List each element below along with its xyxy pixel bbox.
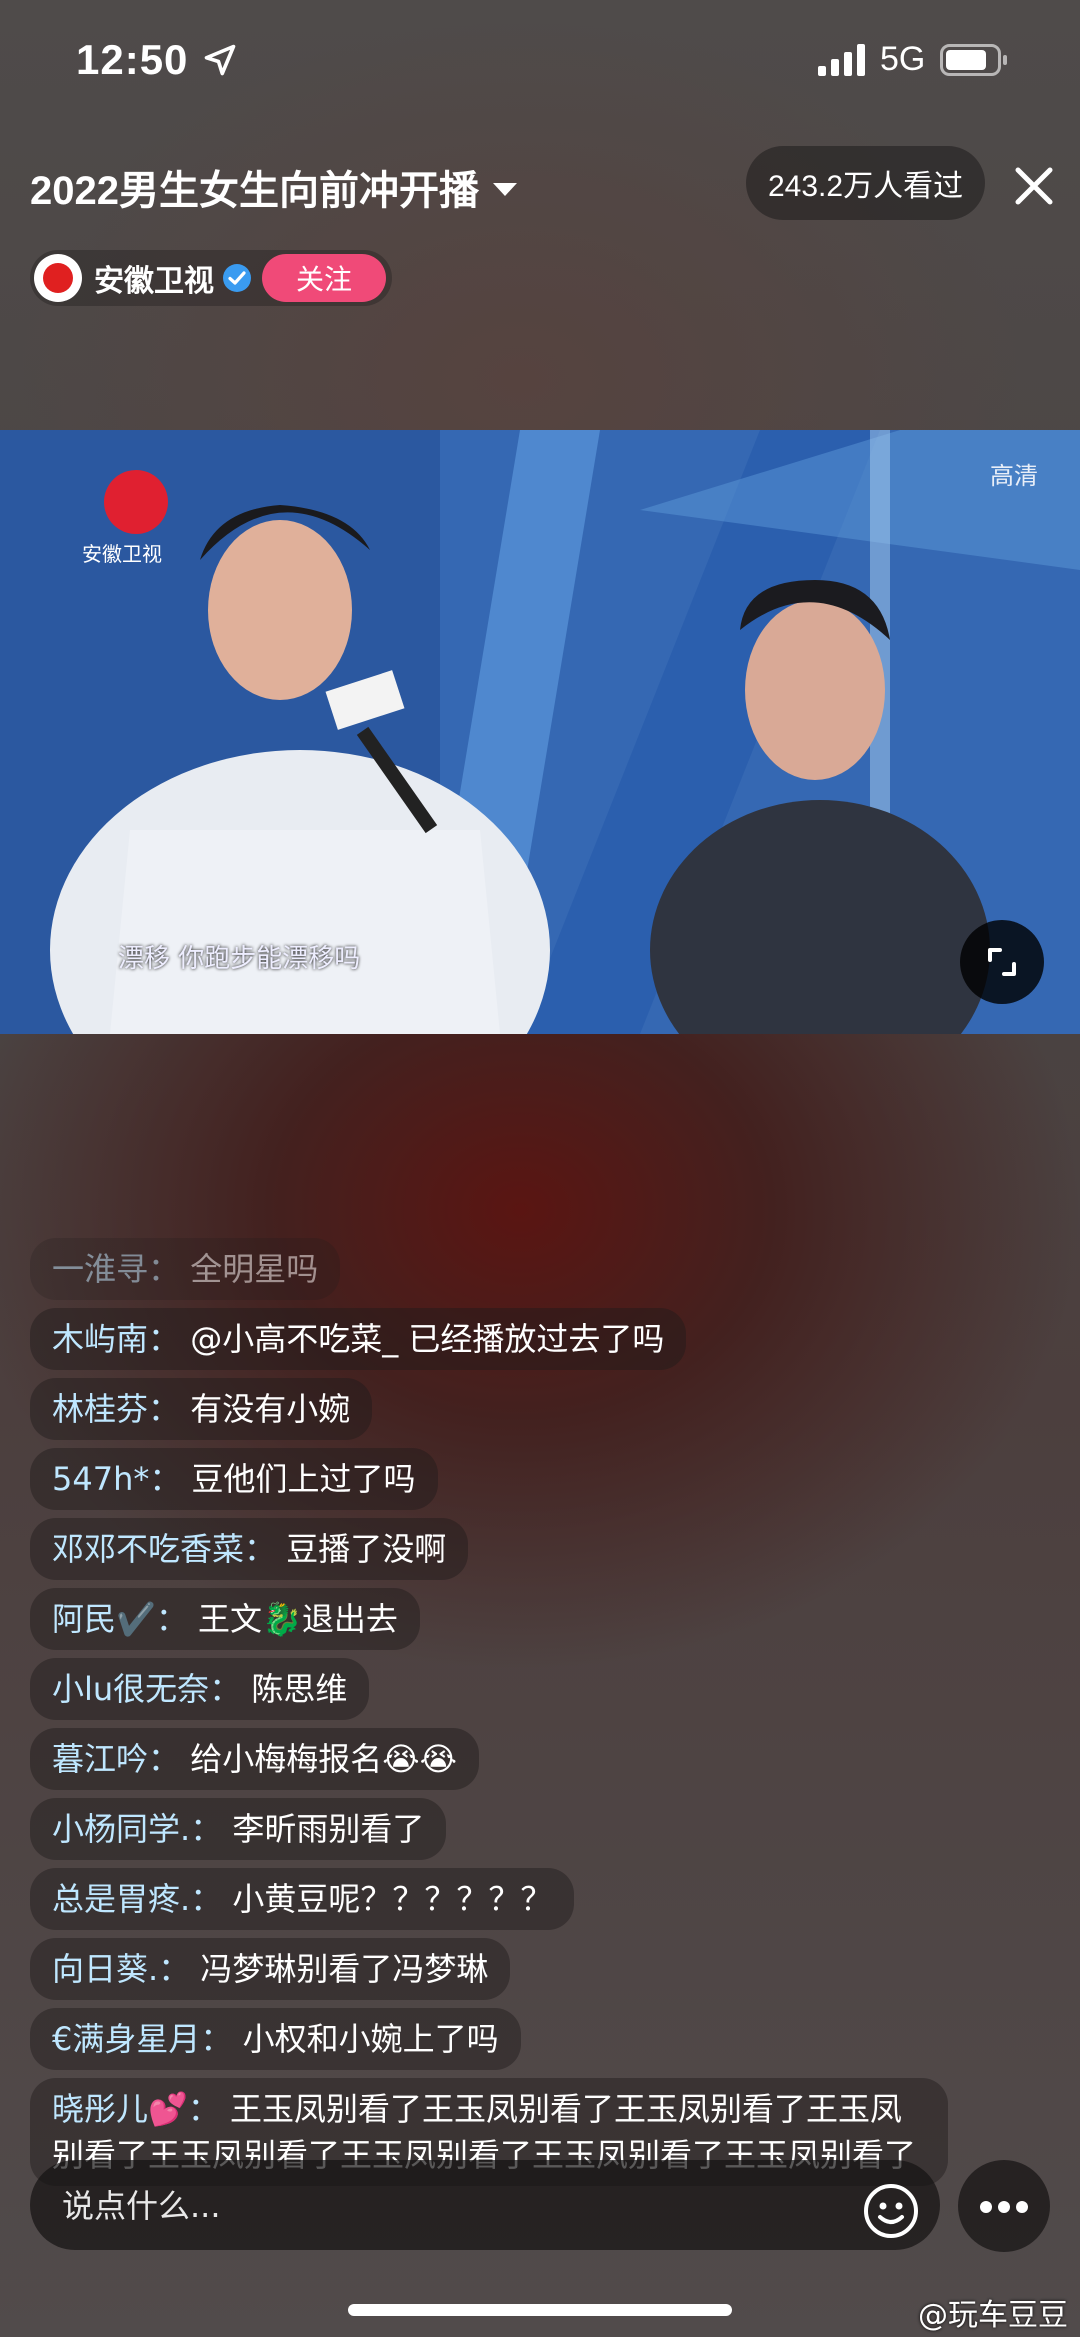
battery-icon: [940, 44, 1007, 76]
chat-separator: ：: [244, 1530, 287, 1568]
chat-separator: ：: [190, 1880, 233, 1918]
chat-separator: ：: [200, 2020, 243, 2058]
follow-button[interactable]: 关注: [262, 254, 387, 302]
comment-input[interactable]: [30, 2160, 864, 2252]
chat-message[interactable]: 木屿南： @小高不吃菜_ 已经播放过去了吗: [30, 1308, 687, 1370]
chat-username[interactable]: 547h*: [52, 1460, 149, 1498]
chat-message[interactable]: €满身星月： 小权和小婉上了吗: [30, 2008, 521, 2070]
viewer-count[interactable]: 243.2万人看过: [746, 146, 986, 220]
status-time: 12:50: [76, 36, 189, 83]
more-button[interactable]: [958, 2160, 1050, 2252]
chat-username[interactable]: 向日葵.: [52, 1950, 158, 1988]
chat-message[interactable]: 一淮寻： 全明星吗: [30, 1238, 341, 1300]
stream-title[interactable]: 2022男生女生向前冲开播: [30, 158, 517, 216]
chat-username[interactable]: 总是胃疼.: [52, 1880, 190, 1918]
channel-avatar[interactable]: [34, 254, 82, 302]
video-subtitle: 漂移 你跑步能漂移吗: [118, 944, 361, 974]
chat-row: 547h*： 豆他们上过了吗: [30, 1448, 1070, 1518]
chat-text: 小权和小婉上了吗: [242, 2020, 499, 2058]
chat-username[interactable]: 一淮寻: [52, 1250, 148, 1288]
chat-text: 给小梅梅报名😭😭: [190, 1740, 457, 1778]
chat-text: 小黄豆呢？？？？？？: [232, 1880, 553, 1918]
caret-down-icon[interactable]: [492, 182, 517, 196]
signal-icon: [818, 44, 865, 76]
chat-separator: ：: [148, 1390, 191, 1428]
chat-message[interactable]: 阿民✔️： 王文🐉退出去: [30, 1588, 420, 1650]
chat-separator: ：: [155, 1600, 199, 1638]
chat-message[interactable]: 小杨同学.： 李昕雨别看了: [30, 1798, 447, 1860]
more-icon: [980, 2201, 992, 2213]
channel-badge[interactable]: 安徽卫视 关注: [30, 250, 393, 306]
chat-text: 有没有小婉: [190, 1390, 351, 1428]
chat-username[interactable]: 小杨同学.: [52, 1810, 190, 1848]
video-player[interactable]: 安徽卫视 高清 漂移 你跑步能漂移吗: [0, 430, 1080, 1034]
chat-row: 总是胃疼.： 小黄豆呢？？？？？？: [30, 1868, 1070, 1938]
stream-title-text: 2022男生女生向前冲开播: [30, 169, 479, 213]
chat-separator: ：: [209, 1670, 252, 1708]
chat-username[interactable]: 林桂芬: [52, 1390, 148, 1428]
expand-icon[interactable]: [960, 920, 1044, 1004]
chat-text: 全明星吗: [190, 1250, 319, 1288]
chat-separator: ：: [149, 1460, 192, 1498]
chat-separator: ：: [187, 2090, 231, 2128]
chat-message[interactable]: 林桂芬： 有没有小婉: [30, 1378, 373, 1440]
home-indicator[interactable]: [348, 2304, 732, 2316]
chat-username[interactable]: 邓邓不吃香菜: [52, 1530, 244, 1568]
chat-row: 邓邓不吃香菜： 豆播了没啊: [30, 1518, 1070, 1588]
chat-message[interactable]: 邓邓不吃香菜： 豆播了没啊: [30, 1518, 469, 1580]
chat-username[interactable]: 阿民✔️: [52, 1600, 156, 1638]
watermark: @玩车豆豆: [918, 2298, 1068, 2333]
chat-row: 阿民✔️： 王文🐉退出去: [30, 1588, 1070, 1658]
tv-logo: 安徽卫视: [82, 470, 192, 567]
chat-separator: ：: [148, 1740, 191, 1778]
tv-logo-text: 安徽卫视: [82, 542, 162, 566]
chat-username[interactable]: 晓彤儿💕: [52, 2090, 188, 2128]
network-type: 5G: [880, 40, 926, 78]
chat-message[interactable]: 547h*： 豆他们上过了吗: [30, 1448, 438, 1510]
chat-username[interactable]: 小lu很无奈: [52, 1670, 209, 1708]
chat-text: @小高不吃菜_ 已经播放过去了吗: [190, 1320, 665, 1358]
comment-bar[interactable]: [30, 2160, 940, 2252]
chat-text: 李昕雨别看了: [232, 1810, 425, 1848]
chat-separator: ：: [148, 1250, 191, 1288]
chat-row: 小杨同学.： 李昕雨别看了: [30, 1798, 1070, 1868]
quality-label[interactable]: 高清: [990, 456, 1038, 491]
chat-text: 冯梦琳别看了冯梦琳: [200, 1950, 489, 1988]
chat-row: 暮江吟： 给小梅梅报名😭😭: [30, 1728, 1070, 1798]
chat-row: 小lu很无奈： 陈思维: [30, 1658, 1070, 1728]
emoji-icon[interactable]: [862, 2182, 920, 2240]
channel-name[interactable]: 安徽卫视: [94, 256, 214, 300]
chat-separator: ：: [158, 1950, 201, 1988]
chat-message[interactable]: 总是胃疼.： 小黄豆呢？？？？？？: [30, 1868, 575, 1930]
chat-row: 向日葵.： 冯梦琳别看了冯梦琳: [30, 1938, 1070, 2008]
chat-separator: ：: [148, 1320, 191, 1358]
status-bar: 12:50 5G: [0, 0, 1080, 120]
chat-message[interactable]: 向日葵.： 冯梦琳别看了冯梦琳: [30, 1938, 511, 2000]
chat-separator: ：: [190, 1810, 233, 1848]
chat-username[interactable]: €满身星月: [52, 2020, 200, 2058]
chat-row: €满身星月： 小权和小婉上了吗: [30, 2008, 1070, 2078]
chat-row: 林桂芬： 有没有小婉: [30, 1378, 1070, 1448]
chat-message[interactable]: 小lu很无奈： 陈思维: [30, 1658, 370, 1720]
chat-text: 王文🐉退出去: [198, 1600, 398, 1638]
chat-username[interactable]: 木屿南: [52, 1320, 148, 1358]
chat-message[interactable]: 暮江吟： 给小梅梅报名😭😭: [30, 1728, 479, 1790]
verified-icon: [223, 264, 251, 292]
chat-row: 木屿南： @小高不吃菜_ 已经播放过去了吗: [30, 1308, 1070, 1378]
chat-username[interactable]: 暮江吟: [52, 1740, 148, 1778]
chat-list[interactable]: 一淮寻： 全明星吗 木屿南： @小高不吃菜_ 已经播放过去了吗 林桂芬： 有没有小婉…: [30, 1238, 1070, 2194]
location-arrow-icon: [204, 44, 236, 76]
chat-text: 豆他们上过了吗: [191, 1460, 416, 1498]
close-icon[interactable]: [1012, 164, 1056, 208]
chat-row: 一淮寻： 全明星吗: [30, 1238, 1070, 1308]
chat-text: 陈思维: [251, 1670, 348, 1708]
chat-text: 豆播了没啊: [286, 1530, 447, 1568]
